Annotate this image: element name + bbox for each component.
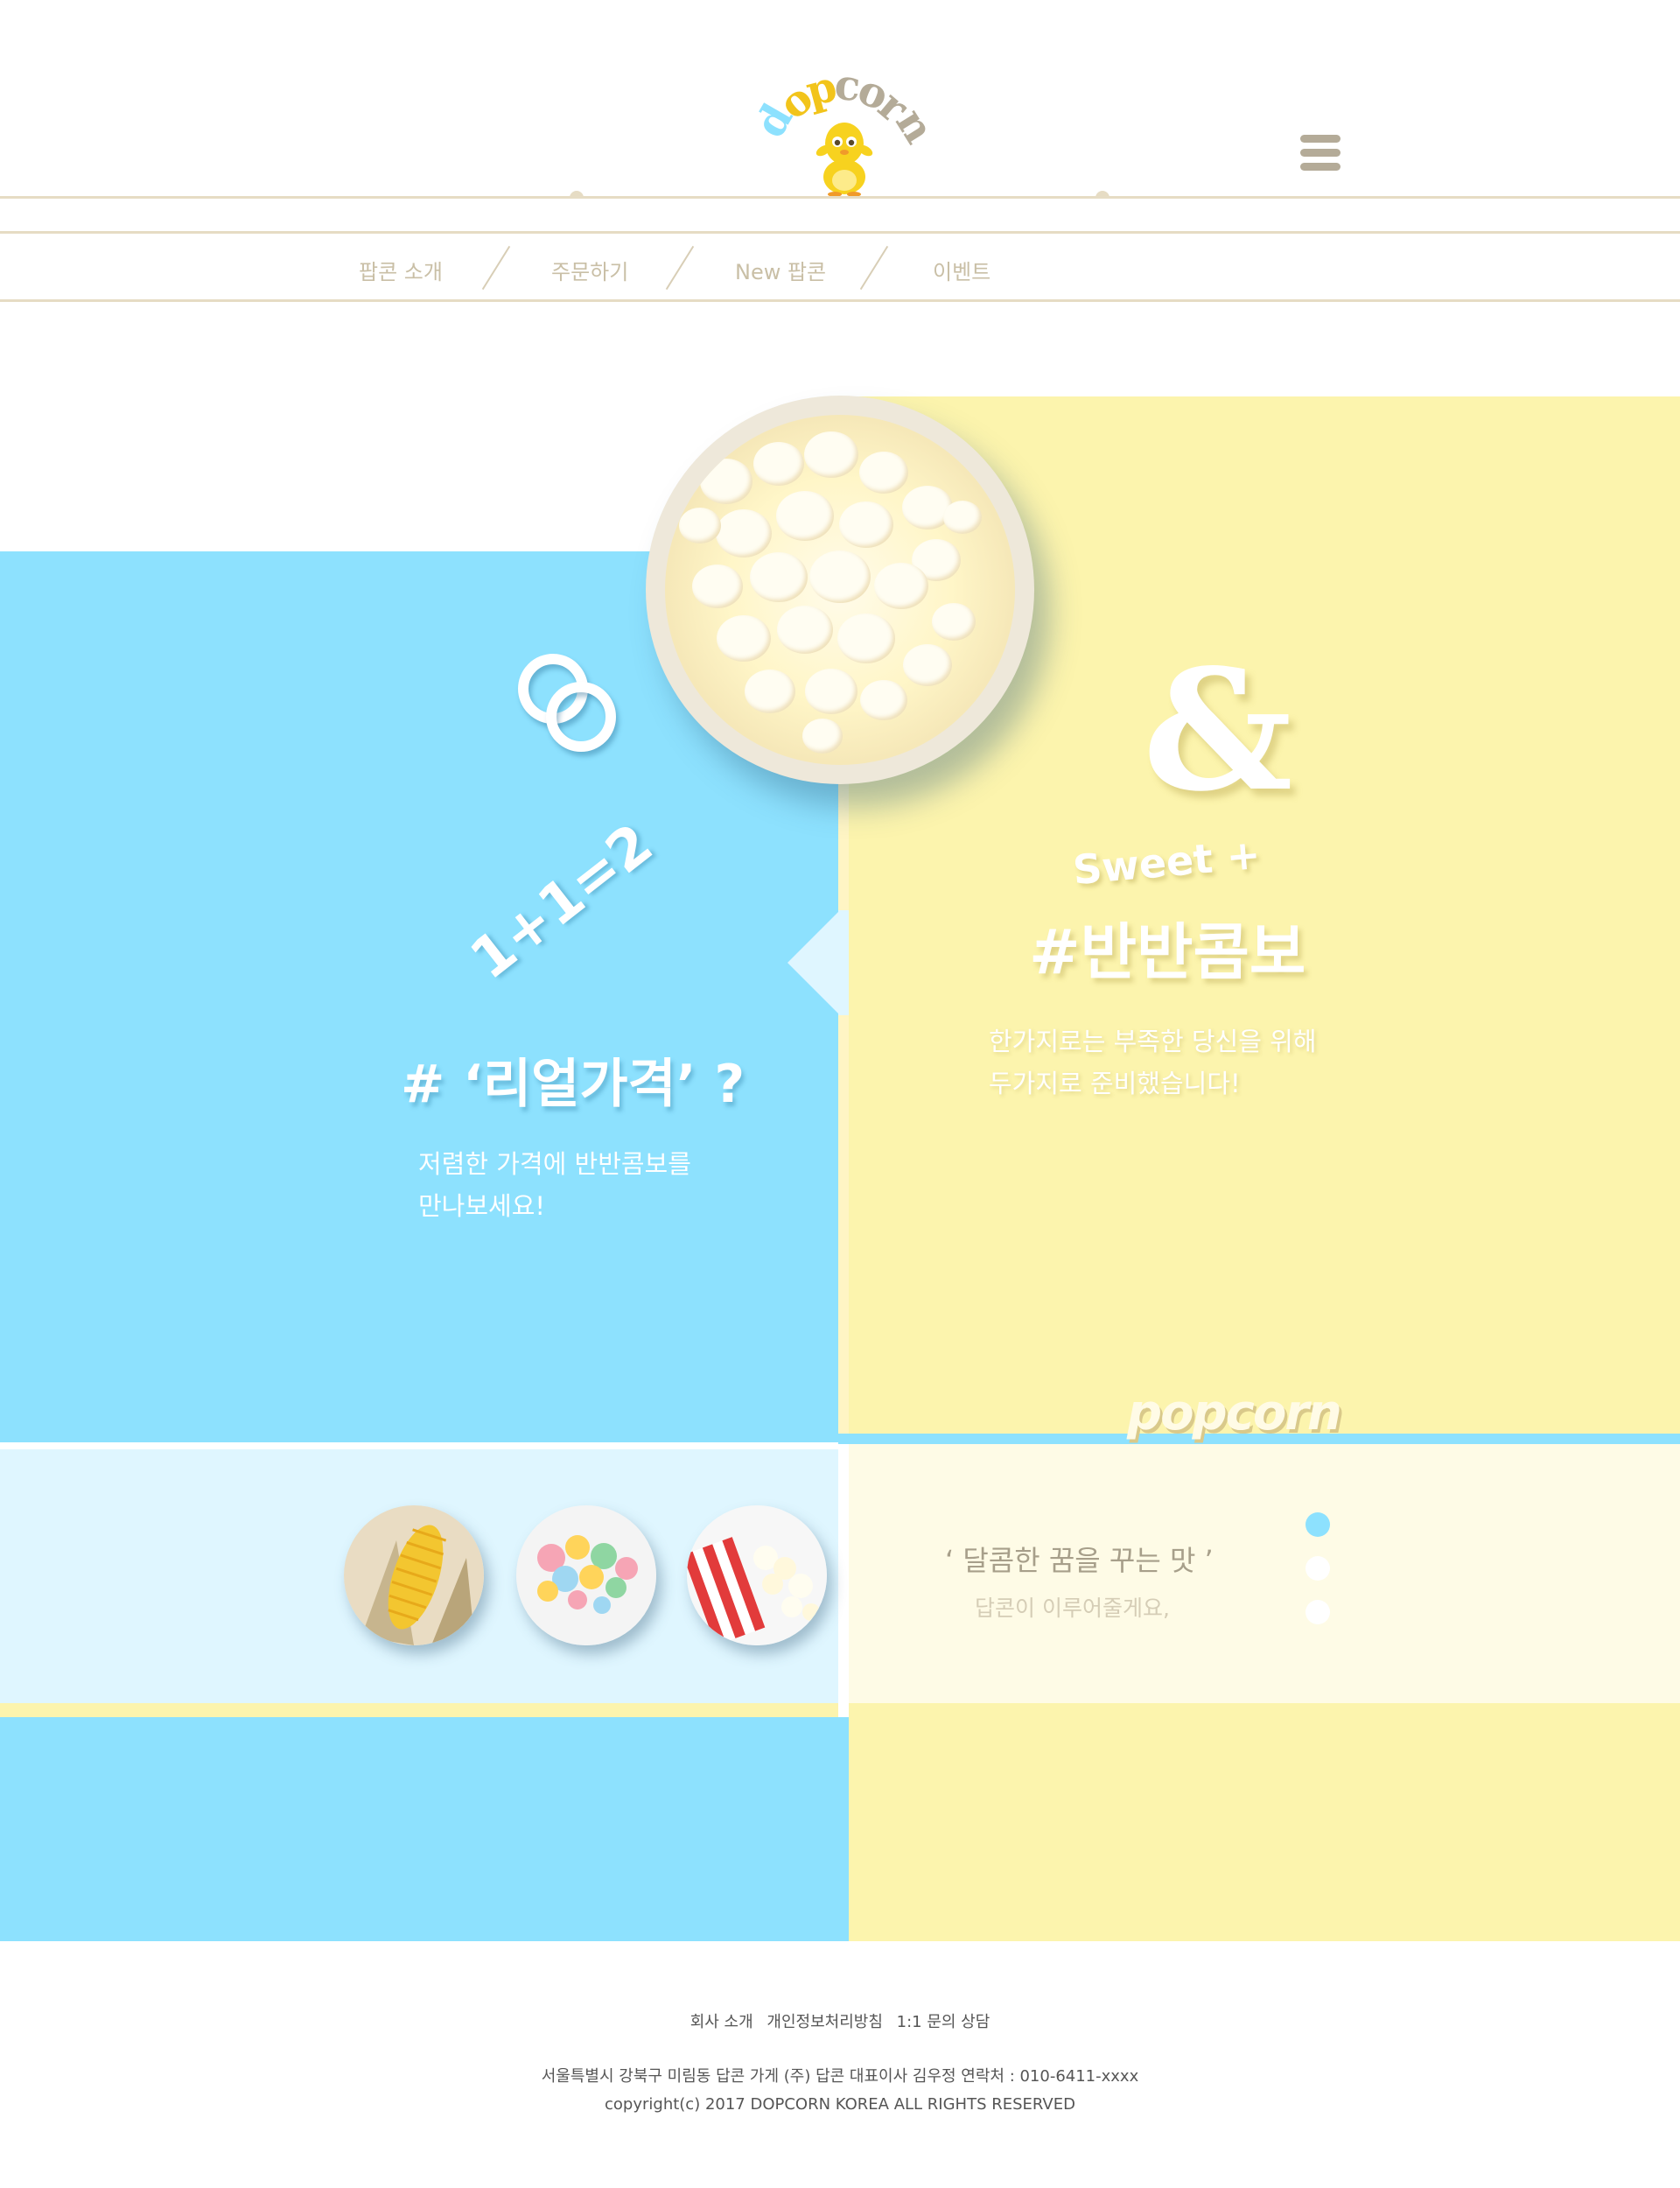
- popcorn-kernel: [753, 442, 804, 486]
- popcorn-kernel: [860, 680, 907, 721]
- popcorn-kernel: [809, 551, 871, 604]
- slider-dot-2[interactable]: [1306, 1556, 1330, 1581]
- popcorn-kernel: [750, 552, 808, 602]
- corn-icon: [344, 1505, 484, 1645]
- popcorn-kernel: [903, 644, 952, 687]
- popcorn-kernel: [804, 431, 858, 479]
- colored-popcorn-icon: [516, 1505, 656, 1645]
- popcorn-kernels: [665, 415, 1015, 765]
- nav-separator: [859, 245, 889, 291]
- popcorn-box-icon: [687, 1505, 827, 1645]
- popcorn-kernel: [839, 501, 893, 549]
- nav-item-intro[interactable]: 팝콘 소개: [359, 255, 443, 285]
- popcorn-kernel: [837, 614, 895, 663]
- site-header: d o p c o r n 팝콘 소개 주문하기 New 팝콘 이벤트: [0, 0, 1680, 315]
- nav-bottom-border: [0, 299, 1680, 302]
- combo-desc-line: 한가지로는 부족한 당신을 위해: [989, 1027, 1317, 1056]
- slider-dot-3[interactable]: [1306, 1600, 1330, 1624]
- popcorn-brand-mark: popcorn: [1127, 1385, 1342, 1441]
- popcorn-kernel: [874, 563, 928, 610]
- popcorn-kernel: [776, 491, 834, 541]
- popcorn-kernel: [745, 670, 795, 713]
- main-nav: 팝콘 소개 주문하기 New 팝콘 이벤트: [0, 234, 1680, 299]
- popcorn-kernel: [717, 615, 771, 663]
- popcorn-kernel: [805, 669, 858, 714]
- divider-dot: [570, 191, 584, 198]
- nav-item-event[interactable]: 이벤트: [933, 255, 990, 285]
- divider-dot: [1096, 191, 1110, 198]
- real-price-description: 저렴한 가격에 반반콤보를 만나보세요!: [418, 1143, 691, 1227]
- footer-links: 회사 소개 개인정보처리방침 1:1 문의 상담: [0, 2009, 1680, 2032]
- popcorn-kernel: [692, 565, 743, 608]
- footer-link-company[interactable]: 회사 소개: [690, 2013, 753, 2031]
- section-band-gap: [838, 1703, 849, 1717]
- panel-notch-arrow: [788, 910, 840, 1015]
- real-price-desc-line: 저렴한 가격에 반반콤보를: [418, 1149, 691, 1179]
- chick-mascot-icon: [816, 123, 873, 196]
- nav-item-new[interactable]: New 팝콘: [735, 255, 826, 285]
- popcorn-bowl-image: [646, 396, 1034, 784]
- tagline-subtext: 답콘이 이루어줄게요,: [975, 1595, 1170, 1621]
- dopcorn-logo[interactable]: d o p c o r n: [746, 60, 943, 201]
- footer-address: 서울특별시 강북구 미림동 답콘 가게 (주) 답콘 대표이사 김우정 연락처 …: [541, 2067, 1139, 2086]
- nav-item-order[interactable]: 주문하기: [551, 255, 628, 285]
- popcorn-kernel: [859, 452, 908, 494]
- section-band: [0, 1703, 849, 1717]
- caramel-popcorn-thumbnail[interactable]: [516, 1505, 656, 1645]
- bottom-blue-block: [0, 1717, 849, 1941]
- popcorn-kernel: [716, 509, 772, 558]
- popcorn-kernel: [700, 459, 752, 504]
- header-divider: [0, 196, 1680, 199]
- slider-dot-1[interactable]: [1306, 1512, 1330, 1537]
- rings-icon: [518, 654, 616, 752]
- popcorn-kernel: [943, 501, 982, 534]
- nav-separator: [665, 245, 695, 291]
- strip-gap: [838, 1444, 849, 1703]
- ampersand-graphic: &: [1143, 633, 1293, 828]
- corn-thumbnail[interactable]: [344, 1505, 484, 1645]
- nav-separator: [481, 245, 511, 291]
- popcorn-kernel: [777, 606, 833, 655]
- popcorn-box-thumbnail[interactable]: [687, 1505, 827, 1645]
- footer-copyright: copyright(c) 2017 DOPCORN KOREA ALL RIGH…: [605, 2095, 1075, 2114]
- popcorn-kernel: [679, 508, 721, 544]
- hamburger-menu-icon[interactable]: [1300, 135, 1340, 172]
- footer-link-privacy[interactable]: 개인정보처리방침: [766, 2013, 882, 2031]
- combo-description: 한가지로는 부족한 당신을 위해 두가지로 준비했습니다!: [989, 1020, 1317, 1105]
- combo-title: #반반콤보: [1029, 916, 1306, 988]
- popcorn-kernel: [932, 603, 976, 641]
- tagline-quote: ‘ 달콤한 꿈을 꾸는 맛 ’: [945, 1544, 1214, 1577]
- bottom-yellow-block: [849, 1703, 1680, 1941]
- popcorn-kernel: [802, 719, 843, 754]
- footer-link-inquiry[interactable]: 1:1 문의 상담: [897, 2013, 990, 2031]
- real-price-title: # ‘리얼가격’ ?: [401, 1054, 746, 1115]
- real-price-desc-line: 만나보세요!: [418, 1191, 546, 1221]
- combo-desc-line: 두가지로 준비했습니다!: [989, 1069, 1241, 1098]
